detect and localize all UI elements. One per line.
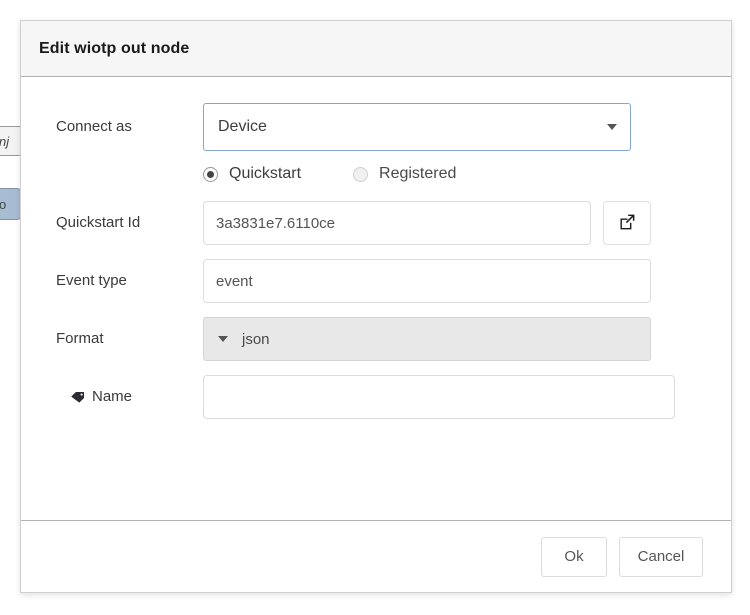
radio-registered[interactable]: Registered <box>353 165 456 183</box>
radio-quickstart[interactable]: Quickstart <box>203 165 301 183</box>
dialog-header: Edit wiotp out node <box>21 21 731 77</box>
chevron-down-icon <box>607 124 617 130</box>
quickstart-id-label: Quickstart Id <box>56 213 203 233</box>
cancel-button[interactable]: Cancel <box>619 537 703 577</box>
edit-node-dialog: Edit wiotp out node Connect as Device Qu… <box>20 20 732 593</box>
format-label: Format <box>56 329 203 349</box>
format-value: json <box>242 331 270 348</box>
dialog-footer: Ok Cancel <box>21 520 731 592</box>
event-type-input[interactable] <box>203 259 651 303</box>
quickstart-id-input[interactable] <box>203 201 591 245</box>
form-row-format: Format json <box>21 317 731 361</box>
flow-node-output[interactable]: o <box>0 188 22 220</box>
connect-as-select[interactable]: Device <box>203 103 631 151</box>
form-row-event-type: Event type <box>21 259 731 303</box>
external-link-icon <box>618 213 636 234</box>
radio-quickstart-label: Quickstart <box>229 165 301 183</box>
radio-registered-indicator[interactable] <box>353 167 368 182</box>
form-row-name: Name <box>21 375 731 419</box>
dialog-title: Edit wiotp out node <box>39 40 189 58</box>
flow-node-inject-label: nj <box>0 134 9 149</box>
dialog-body: Connect as Device Quickstart Registered … <box>21 77 731 520</box>
tag-icon <box>70 391 85 404</box>
connection-mode-radio-group: Quickstart Registered <box>21 165 731 183</box>
format-select[interactable]: json <box>203 317 651 361</box>
flow-node-output-label: o <box>0 197 6 212</box>
name-label: Name <box>92 387 132 407</box>
connect-as-label: Connect as <box>56 117 203 137</box>
radio-quickstart-indicator[interactable] <box>203 167 218 182</box>
name-input[interactable] <box>203 375 675 419</box>
open-quickstart-link-button[interactable] <box>603 201 651 245</box>
form-row-quickstart-id: Quickstart Id <box>21 201 731 245</box>
name-label-wrapper: Name <box>56 387 203 407</box>
connect-as-value: Device <box>218 118 267 136</box>
form-row-connect-as: Connect as Device <box>21 103 731 151</box>
caret-down-icon <box>218 336 228 342</box>
ok-button[interactable]: Ok <box>541 537 607 577</box>
radio-registered-label: Registered <box>379 165 456 183</box>
event-type-label: Event type <box>56 271 203 291</box>
